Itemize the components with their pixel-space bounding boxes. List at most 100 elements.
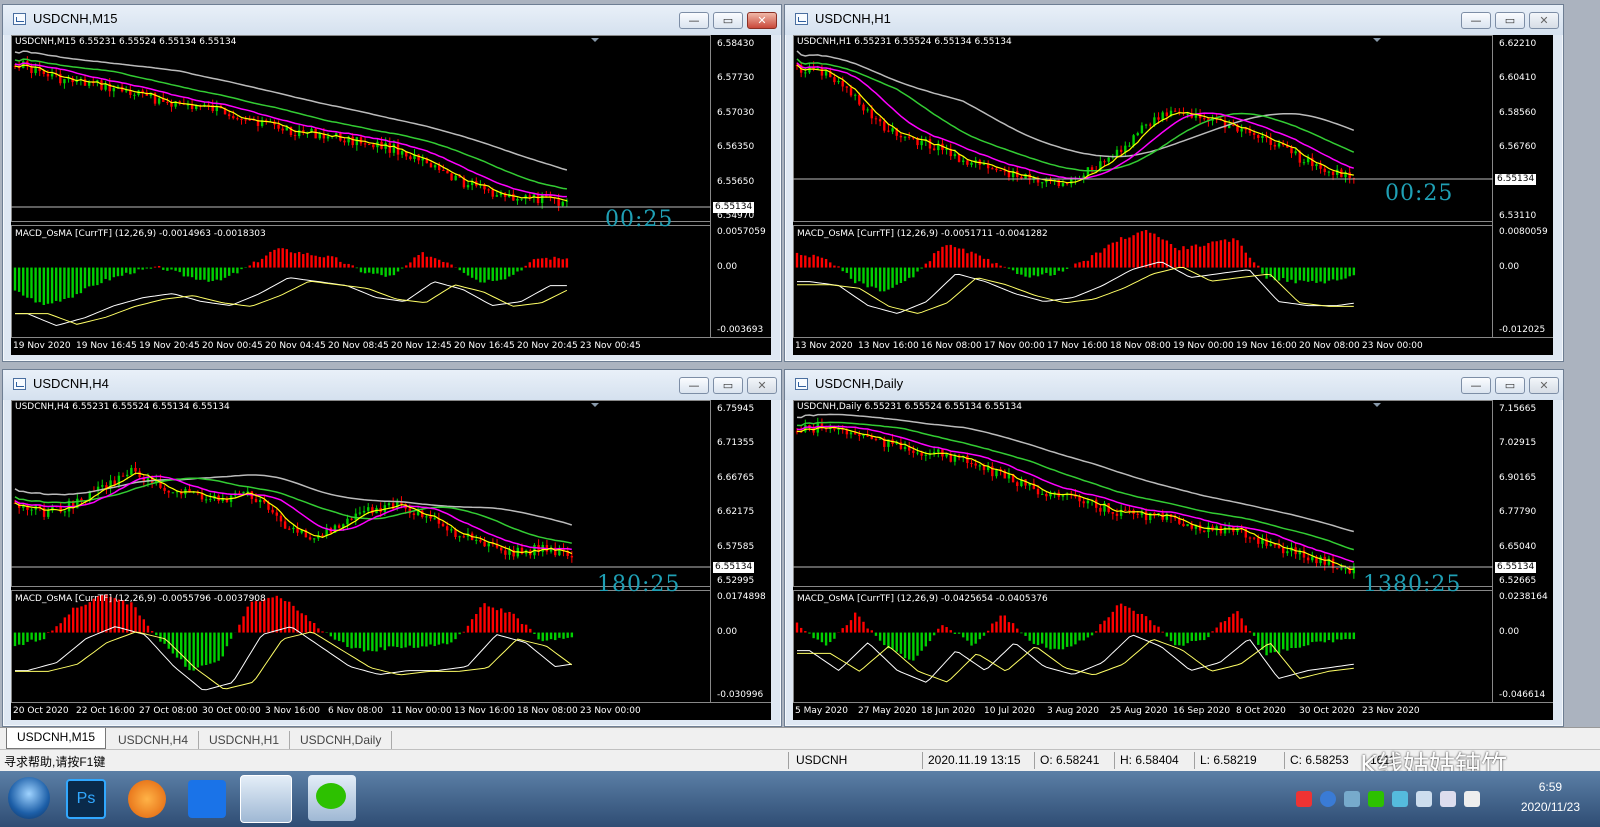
candle-body — [1336, 568, 1339, 570]
tab-usdcnh-h1[interactable]: USDCNH,H1 — [199, 731, 291, 749]
candle-body — [1115, 149, 1119, 157]
chart-window-m15[interactable]: USDCNH,M15 — ▭ ✕ USDCNH,M15 6.55231 6.55524 … — [2, 4, 782, 362]
tab-usdcnh-m15[interactable]: USDCNH,M15 — [6, 728, 107, 749]
system-clock[interactable]: 6:59 2020/11/23 — [1521, 777, 1580, 817]
minimize-button[interactable]: — — [1461, 377, 1491, 394]
candle-body — [866, 109, 869, 111]
candle-body — [845, 86, 849, 88]
candle-body — [112, 88, 116, 92]
candle-body — [1257, 537, 1260, 544]
macd-histogram-bar — [1265, 632, 1268, 656]
close-button[interactable]: ✕ — [1529, 12, 1559, 29]
macd-histogram-bar — [188, 632, 191, 671]
tab-usdcnh-h4[interactable]: USDCNH,H4 — [108, 731, 200, 749]
chart-plot-area[interactable]: USDCNH,Daily 6.55231 6.55524 6.55134 6.5… — [793, 400, 1553, 720]
macd-histogram-bar — [289, 252, 293, 268]
macd-histogram-bar — [445, 632, 449, 645]
macd-histogram-bar — [67, 267, 70, 298]
chart-window-d1[interactable]: USDCNH,Daily — ▭ ✕ USDCNH,Daily 6.55231 6.55… — [784, 369, 1564, 727]
macd-histogram-bar — [1302, 632, 1306, 647]
macd-histogram-bar — [1244, 625, 1247, 633]
minimize-button[interactable]: — — [679, 377, 709, 394]
macd-histogram-bar — [42, 267, 46, 306]
chart-window-h4[interactable]: USDCNH,H4 — ▭ ✕ USDCNH,H4 6.55231 6.55524 6.… — [2, 369, 782, 727]
price-axis-label: 6.65040 — [1499, 541, 1537, 552]
cloud-icon[interactable] — [1344, 791, 1360, 807]
macd-histogram-bar — [1182, 246, 1185, 268]
meeting-app-icon[interactable] — [188, 780, 226, 818]
maximize-button[interactable]: ▭ — [1495, 377, 1525, 394]
candle-body — [1261, 136, 1264, 138]
candle-body — [1232, 124, 1235, 126]
macd-histogram-bar — [1194, 244, 1198, 268]
minimize-button[interactable]: — — [679, 12, 709, 29]
price-axis-label: 6.57730 — [717, 73, 755, 84]
window-titlebar[interactable]: USDCNH,Daily — ▭ ✕ — [785, 370, 1563, 400]
macd-histogram-bar — [1178, 632, 1181, 646]
wechat-tray-icon[interactable] — [1368, 791, 1384, 807]
window-titlebar[interactable]: USDCNH,M15 — ▭ ✕ — [3, 5, 781, 35]
macd-histogram-bar — [903, 632, 907, 659]
browser-icon[interactable] — [128, 780, 166, 818]
macd-histogram-bar — [491, 267, 494, 281]
candle-body — [920, 140, 923, 146]
macd-histogram-bar — [1319, 267, 1322, 282]
macd-histogram-bar — [1286, 267, 1289, 282]
help-icon[interactable] — [1320, 791, 1336, 807]
close-button[interactable]: ✕ — [747, 12, 777, 29]
mt4-terminal-icon[interactable] — [240, 775, 292, 823]
candle-body — [125, 90, 128, 92]
candle-body — [279, 515, 283, 522]
indicator-axis-label: -0.030996 — [717, 690, 764, 700]
macd-histogram-bar — [438, 259, 441, 268]
flag-icon[interactable] — [1464, 791, 1480, 807]
macd-histogram-bar — [570, 632, 574, 638]
minimize-button[interactable]: — — [1461, 12, 1491, 29]
maximize-button[interactable]: ▭ — [713, 377, 743, 394]
macd-histogram-bar — [22, 267, 25, 296]
chart-plot-area[interactable]: USDCNH,H1 6.55231 6.55524 6.55134 6.5513… — [793, 35, 1553, 355]
start-button-icon[interactable] — [8, 777, 50, 819]
sogou-input-icon[interactable] — [1296, 791, 1312, 807]
macd-histogram-bar — [866, 628, 869, 633]
macd-histogram-bar — [149, 267, 153, 269]
macd-histogram-bar — [495, 610, 499, 633]
maximize-button[interactable]: ▭ — [1495, 12, 1525, 29]
macd-histogram-bar — [400, 632, 403, 649]
network-icon[interactable] — [1416, 791, 1432, 807]
chart-window-h1[interactable]: USDCNH,H1 — ▭ ✕ USDCNH,H1 6.55231 6.55524 6.… — [784, 4, 1564, 362]
macd-histogram-bar — [883, 632, 886, 646]
macd-histogram-bar — [487, 606, 490, 633]
maximize-button[interactable]: ▭ — [713, 12, 743, 29]
chart-window-icon — [795, 13, 808, 25]
bar-countdown-timer: 00:25 — [1385, 181, 1454, 206]
macd-histogram-bar — [541, 632, 544, 642]
macd-histogram-bar — [1190, 245, 1193, 268]
macd-histogram-bar — [104, 267, 107, 280]
wechat-icon[interactable] — [308, 775, 356, 821]
macd-histogram-bar — [1261, 267, 1264, 274]
chart-shift-marker — [1373, 403, 1381, 407]
macd-histogram-bar — [125, 267, 128, 273]
time-axis-label: 19 Nov 20:45 — [139, 341, 200, 351]
macd-histogram-bar — [508, 611, 511, 633]
close-button[interactable]: ✕ — [1529, 377, 1559, 394]
volume-icon[interactable] — [1440, 791, 1456, 807]
security-shield-icon[interactable] — [1392, 791, 1408, 807]
chart-plot-area[interactable]: USDCNH,M15 6.55231 6.55524 6.55134 6.551… — [11, 35, 771, 355]
candle-body — [204, 499, 208, 501]
close-button[interactable]: ✕ — [747, 377, 777, 394]
macd-histogram-bar — [375, 632, 378, 652]
candle-body — [358, 512, 362, 514]
macd-histogram-bar — [812, 632, 815, 639]
macd-histogram-bar — [1186, 249, 1189, 268]
window-titlebar[interactable]: USDCNH,H4 — ▭ ✕ — [3, 370, 781, 400]
macd-histogram-bar — [1095, 631, 1098, 633]
tab-usdcnh-daily[interactable]: USDCNH,Daily — [290, 731, 393, 749]
macd-histogram-bar — [285, 249, 289, 268]
window-titlebar[interactable]: USDCNH,H1 — ▭ ✕ — [785, 5, 1563, 35]
macd-histogram-bar — [982, 258, 986, 268]
photoshop-icon[interactable]: Ps — [66, 779, 106, 819]
macd-histogram-bar — [520, 267, 523, 271]
chart-plot-area[interactable]: USDCNH,H4 6.55231 6.55524 6.55134 6.5513… — [11, 400, 771, 720]
